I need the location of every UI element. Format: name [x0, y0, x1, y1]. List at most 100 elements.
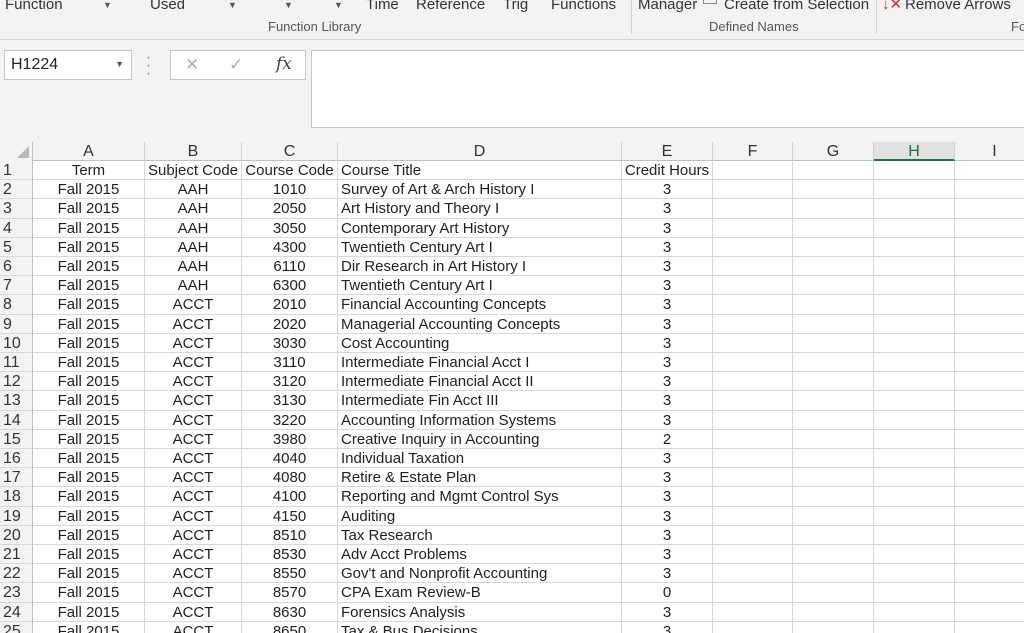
cell[interactable]	[793, 276, 874, 296]
cell[interactable]: ACCT	[145, 621, 242, 633]
cell[interactable]: 3	[622, 295, 713, 315]
cell[interactable]	[955, 603, 1024, 622]
cell[interactable]: 3	[622, 449, 713, 469]
cell[interactable]: Managerial Accounting Concepts	[338, 314, 622, 334]
row-header[interactable]: 19	[0, 506, 33, 526]
cell[interactable]	[713, 506, 793, 526]
cell[interactable]	[793, 257, 874, 277]
ribbon-item[interactable]: Manager	[638, 0, 697, 13]
cell[interactable]	[793, 410, 874, 430]
ribbon-item[interactable]: Used	[150, 0, 185, 13]
cell[interactable]	[874, 487, 955, 507]
cell[interactable]: 3	[622, 353, 713, 373]
cell[interactable]: 4080	[242, 468, 338, 488]
cell[interactable]: Individual Taxation	[338, 449, 622, 469]
cell[interactable]: 4150	[242, 506, 338, 526]
cell[interactable]	[955, 372, 1024, 392]
cell[interactable]	[874, 161, 955, 181]
row-header[interactable]: 6	[0, 257, 33, 277]
cell[interactable]	[713, 218, 793, 238]
cell[interactable]	[874, 276, 955, 296]
cell[interactable]: Fall 2015	[33, 468, 145, 488]
cell[interactable]	[874, 564, 955, 584]
row-header[interactable]: 20	[0, 525, 33, 545]
cell[interactable]: Twentieth Century Art I	[338, 276, 622, 296]
column-header-a[interactable]: A	[33, 142, 145, 161]
cell[interactable]	[955, 507, 1024, 526]
cancel-icon[interactable]: ✕	[185, 55, 199, 75]
cell[interactable]: Intermediate Financial Acct II	[338, 372, 622, 392]
cell[interactable]	[955, 411, 1024, 430]
row-header[interactable]: 24	[0, 602, 33, 622]
cell[interactable]	[955, 545, 1024, 565]
cell[interactable]	[874, 372, 955, 392]
ribbon-item[interactable]: Reference	[416, 0, 485, 13]
cell[interactable]: Subject Code	[145, 161, 242, 181]
cell[interactable]: Adv Acct Problems	[338, 545, 622, 565]
column-header-c[interactable]: C	[242, 142, 338, 161]
more-options-icon[interactable]: · · ·	[146, 50, 151, 82]
cell[interactable]	[874, 410, 955, 430]
cell[interactable]: Fall 2015	[33, 449, 145, 469]
cell[interactable]: Contemporary Art History	[338, 218, 622, 238]
cell[interactable]: ACCT	[145, 429, 242, 449]
enter-icon[interactable]: ✓	[229, 55, 243, 75]
cell[interactable]	[713, 180, 793, 200]
row-header[interactable]: 8	[0, 295, 33, 315]
cell[interactable]: Financial Accounting Concepts	[338, 295, 622, 315]
cell[interactable]: Fall 2015	[33, 314, 145, 334]
cell[interactable]	[955, 430, 1024, 449]
cell[interactable]	[955, 583, 1024, 603]
cell[interactable]	[955, 180, 1024, 200]
cell[interactable]: Fall 2015	[33, 237, 145, 257]
cell[interactable]	[713, 391, 793, 411]
cell[interactable]	[713, 372, 793, 392]
cell[interactable]: 6110	[242, 257, 338, 277]
cell[interactable]: 3	[622, 218, 713, 238]
column-header-g[interactable]: G	[793, 142, 874, 161]
cell[interactable]: 3	[622, 199, 713, 219]
cell[interactable]: 3220	[242, 410, 338, 430]
cell[interactable]	[955, 391, 1024, 411]
cell[interactable]	[713, 583, 793, 603]
cell[interactable]	[793, 506, 874, 526]
cell[interactable]	[713, 545, 793, 565]
cell[interactable]	[874, 353, 955, 373]
column-header-f[interactable]: F	[713, 142, 793, 161]
cell[interactable]: 8570	[242, 583, 338, 603]
cell[interactable]	[874, 199, 955, 219]
cell[interactable]	[793, 314, 874, 334]
cell[interactable]: Cost Accounting	[338, 333, 622, 353]
cell[interactable]: Survey of Art & Arch History I	[338, 180, 622, 200]
cell[interactable]	[713, 257, 793, 277]
cell[interactable]	[713, 468, 793, 488]
select-all-button[interactable]	[0, 142, 33, 161]
cell[interactable]: Fall 2015	[33, 564, 145, 584]
chevron-down-icon[interactable]: ▼	[228, 0, 237, 10]
cell[interactable]	[713, 353, 793, 373]
cell[interactable]: Intermediate Financial Acct I	[338, 353, 622, 373]
cell[interactable]	[713, 314, 793, 334]
cell[interactable]	[955, 295, 1024, 315]
cell[interactable]: ACCT	[145, 545, 242, 565]
cell[interactable]: 0	[622, 583, 713, 603]
cell[interactable]	[793, 564, 874, 584]
cell[interactable]: 3050	[242, 218, 338, 238]
cell[interactable]	[793, 545, 874, 565]
row-header[interactable]: 2	[0, 180, 33, 200]
cell[interactable]: 3	[622, 333, 713, 353]
cell[interactable]: Fall 2015	[33, 391, 145, 411]
cell[interactable]	[793, 218, 874, 238]
cell[interactable]: 8510	[242, 525, 338, 545]
cell[interactable]: 3	[622, 180, 713, 200]
cell[interactable]	[955, 487, 1024, 507]
cell[interactable]: ACCT	[145, 372, 242, 392]
cell[interactable]: Fall 2015	[33, 353, 145, 373]
cell[interactable]	[713, 621, 793, 633]
row-header[interactable]: 11	[0, 353, 33, 373]
cell[interactable]: ACCT	[145, 525, 242, 545]
cell[interactable]	[713, 525, 793, 545]
cell[interactable]: Fall 2015	[33, 372, 145, 392]
cell[interactable]	[874, 180, 955, 200]
cell[interactable]: 3	[622, 276, 713, 296]
